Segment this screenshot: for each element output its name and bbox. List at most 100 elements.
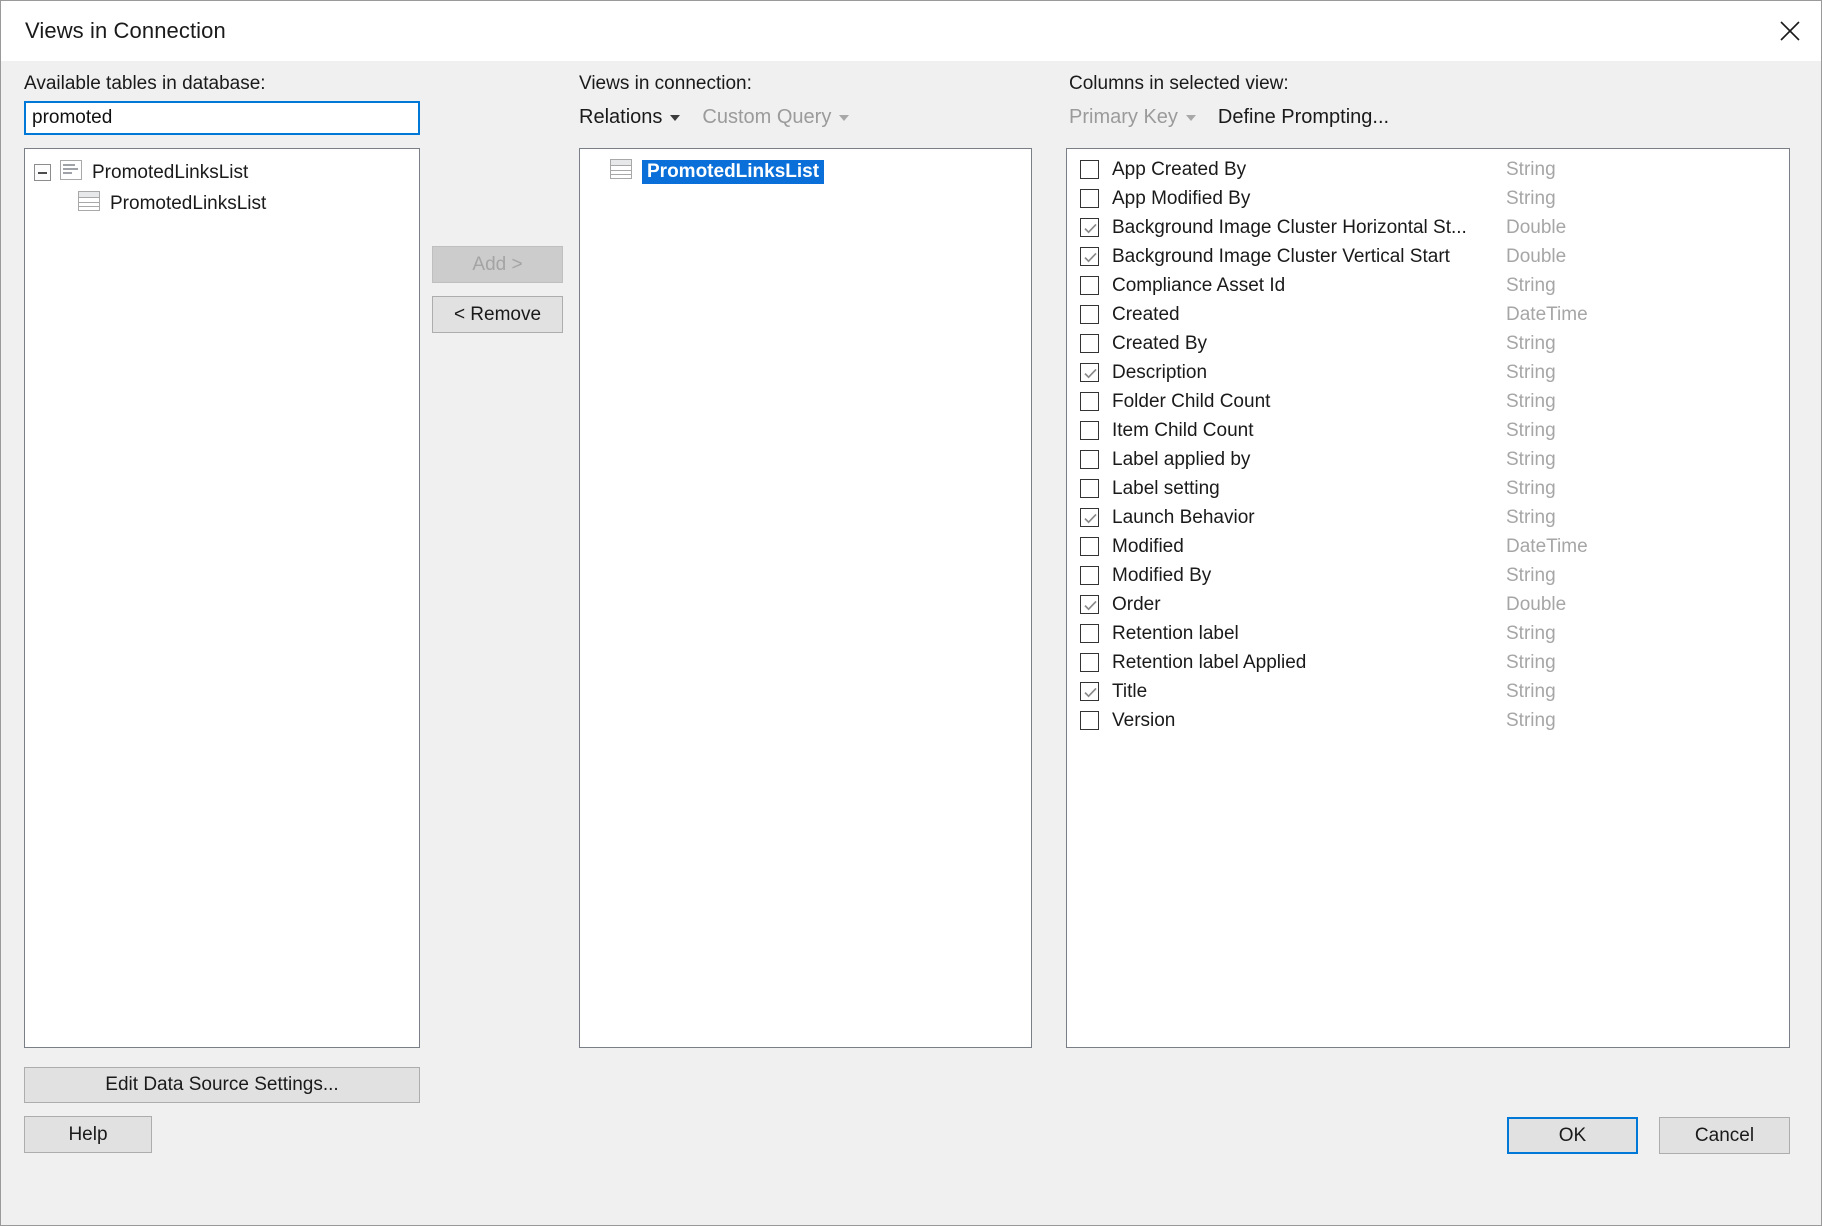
table-row[interactable]: App Modified By String [1067, 184, 1789, 213]
column-row-content: Version String [1112, 710, 1789, 732]
view-document-icon [60, 159, 82, 186]
column-row-content: Background Image Cluster Vertical Start D… [1112, 246, 1789, 268]
checkbox-unchecked[interactable] [1080, 624, 1099, 643]
column-name: App Modified By [1112, 187, 1251, 209]
column-row-content: Created By String [1112, 333, 1789, 355]
close-icon [1779, 20, 1801, 42]
checkbox-unchecked[interactable] [1080, 421, 1099, 440]
table-row[interactable]: App Created By String [1067, 155, 1789, 184]
available-tables-tree-panel[interactable]: PromotedLinksList PromotedLinksList [24, 148, 420, 1048]
column-name: Compliance Asset Id [1112, 274, 1286, 296]
column-type: Double [1506, 593, 1567, 615]
primary-key-menu-label: Primary Key [1069, 106, 1178, 128]
checkbox-unchecked[interactable] [1080, 305, 1099, 324]
views-in-connection-panel[interactable]: PromotedLinksList [579, 148, 1032, 1048]
tree-item-child[interactable]: PromotedLinksList [25, 188, 419, 219]
ok-button[interactable]: OK [1507, 1117, 1638, 1154]
collapse-minus-icon[interactable] [34, 164, 51, 181]
table-row[interactable]: Version String [1067, 706, 1789, 735]
column-name: Modified By [1112, 564, 1212, 586]
column-name: Background Image Cluster Vertical Start [1112, 245, 1450, 267]
table-row[interactable]: Title String [1067, 677, 1789, 706]
table-row[interactable]: Compliance Asset Id String [1067, 271, 1789, 300]
search-input[interactable] [24, 101, 420, 135]
column-name: Launch Behavior [1112, 506, 1255, 528]
column-type: String [1506, 158, 1556, 180]
table-row[interactable]: Item Child Count String [1067, 416, 1789, 445]
table-row[interactable]: Created By String [1067, 329, 1789, 358]
primary-key-menu[interactable]: Primary Key [1069, 106, 1196, 129]
checkbox-checked[interactable] [1080, 363, 1099, 382]
checkbox-unchecked[interactable] [1080, 334, 1099, 353]
column-name: Title [1112, 680, 1148, 702]
remove-button[interactable]: < Remove [432, 296, 563, 333]
help-button[interactable]: Help [24, 1116, 152, 1153]
checkbox-unchecked[interactable] [1080, 450, 1099, 469]
column-row-content: Retention label Applied String [1112, 652, 1789, 674]
columns-list-panel[interactable]: App Created By String App Modified By Strin… [1066, 148, 1790, 1048]
tree-item-root[interactable]: PromotedLinksList [25, 157, 419, 188]
close-button[interactable] [1759, 1, 1821, 61]
checkbox-unchecked[interactable] [1080, 566, 1099, 585]
custom-query-menu[interactable]: Custom Query [702, 106, 850, 129]
columns-list: App Created By String App Modified By Strin… [1067, 149, 1789, 735]
available-tables-tree: PromotedLinksList PromotedLinksList [25, 149, 419, 219]
table-row[interactable]: Launch Behavior String [1067, 503, 1789, 532]
column-name: Item Child Count [1112, 419, 1254, 441]
cancel-button[interactable]: Cancel [1659, 1117, 1790, 1154]
columns-menu-bar: Primary Key Define Prompting... [1069, 106, 1389, 129]
check-icon [1084, 223, 1097, 234]
checkbox-checked[interactable] [1080, 508, 1099, 527]
checkbox-unchecked[interactable] [1080, 479, 1099, 498]
checkbox-checked[interactable] [1080, 682, 1099, 701]
column-row-content: Modified DateTime [1112, 536, 1789, 558]
table-row[interactable]: Modified By String [1067, 561, 1789, 590]
table-row[interactable]: Label applied by String [1067, 445, 1789, 474]
table-row[interactable]: Background Image Cluster Horizontal St..… [1067, 213, 1789, 242]
column-type: String [1506, 477, 1556, 499]
column-type: String [1506, 361, 1556, 383]
table-row[interactable]: Description String [1067, 358, 1789, 387]
column-type: DateTime [1506, 535, 1588, 557]
checkbox-unchecked[interactable] [1080, 276, 1099, 295]
table-row[interactable]: Retention label String [1067, 619, 1789, 648]
relations-menu-label: Relations [579, 106, 663, 128]
checkbox-unchecked[interactable] [1080, 711, 1099, 730]
checkbox-unchecked[interactable] [1080, 189, 1099, 208]
check-icon [1084, 513, 1097, 524]
table-row[interactable]: Label setting String [1067, 474, 1789, 503]
table-row[interactable]: Modified DateTime [1067, 532, 1789, 561]
available-tables-label: Available tables in database: [24, 73, 266, 94]
edit-data-source-settings-button[interactable]: Edit Data Source Settings... [24, 1067, 420, 1103]
column-row-content: Modified By String [1112, 565, 1789, 587]
list-item[interactable]: PromotedLinksList [580, 157, 1031, 186]
add-button[interactable]: Add > [432, 246, 563, 283]
checkbox-unchecked[interactable] [1080, 653, 1099, 672]
column-type: Double [1506, 245, 1567, 267]
checkbox-unchecked[interactable] [1080, 537, 1099, 556]
check-icon [1084, 687, 1097, 698]
checkbox-checked[interactable] [1080, 595, 1099, 614]
table-row[interactable]: Background Image Cluster Vertical Start D… [1067, 242, 1789, 271]
column-row-content: Title String [1112, 681, 1789, 703]
relations-menu[interactable]: Relations [579, 106, 681, 129]
table-row[interactable]: Retention label Applied String [1067, 648, 1789, 677]
column-row-content: Launch Behavior String [1112, 507, 1789, 529]
define-prompting-button[interactable]: Define Prompting... [1218, 106, 1389, 129]
checkbox-unchecked[interactable] [1080, 392, 1099, 411]
checkbox-unchecked[interactable] [1080, 160, 1099, 179]
table-row[interactable]: Folder Child Count String [1067, 387, 1789, 416]
column-type: String [1506, 651, 1556, 673]
checkbox-checked[interactable] [1080, 247, 1099, 266]
column-name: Order [1112, 593, 1161, 615]
checkbox-checked[interactable] [1080, 218, 1099, 237]
column-row-content: Label setting String [1112, 478, 1789, 500]
table-row[interactable]: Order Double [1067, 590, 1789, 619]
table-icon [610, 158, 632, 185]
column-name: Version [1112, 709, 1176, 731]
table-icon [78, 190, 100, 217]
table-row[interactable]: Created DateTime [1067, 300, 1789, 329]
column-type: String [1506, 506, 1556, 528]
column-type: String [1506, 448, 1556, 470]
column-type: String [1506, 564, 1556, 586]
